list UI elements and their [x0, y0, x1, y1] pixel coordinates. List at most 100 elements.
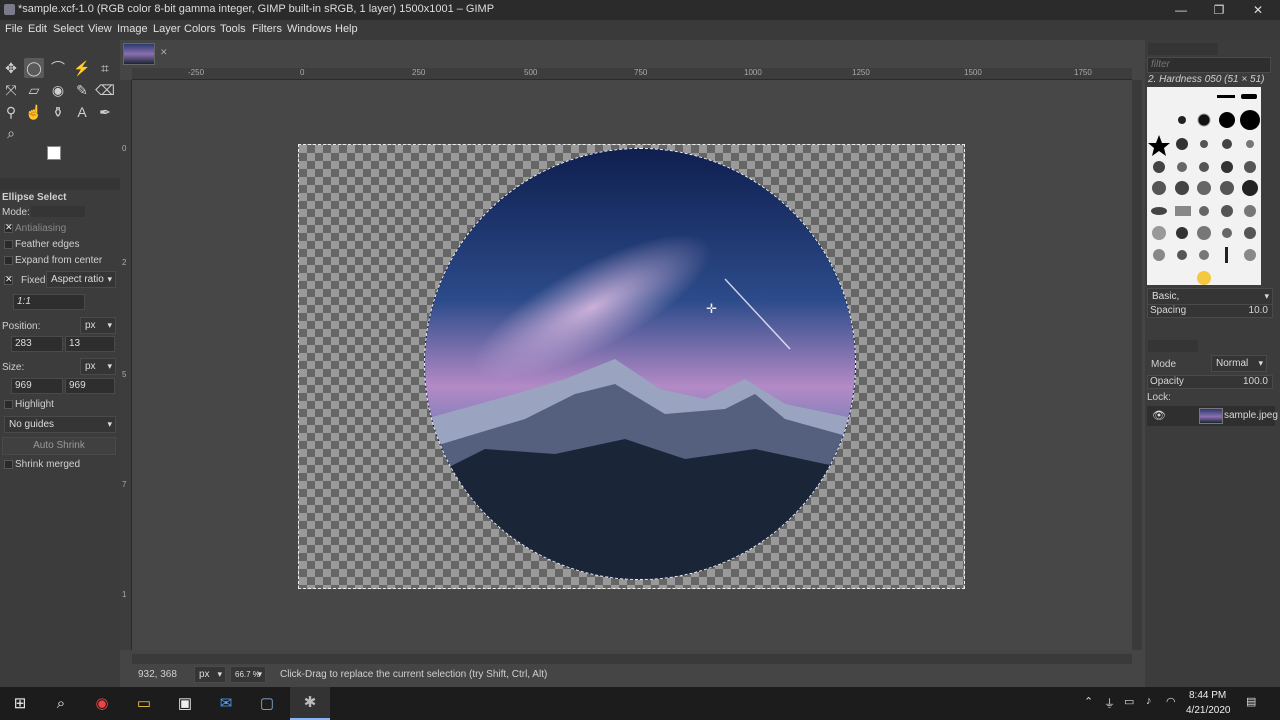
- menu-tools[interactable]: Tools: [220, 23, 246, 35]
- highlight-checkbox[interactable]: [4, 400, 13, 409]
- opacity-value: 100.0: [1242, 376, 1268, 387]
- menu-select[interactable]: Select: [53, 23, 84, 35]
- antialiasing-label: Antialiasing: [15, 223, 67, 234]
- menu-colors[interactable]: Colors: [184, 23, 216, 35]
- gimp-app-icon: [4, 4, 15, 15]
- position-unit-dropdown[interactable]: px ▾: [80, 317, 116, 334]
- guides-dropdown[interactable]: No guides ▾: [4, 416, 116, 433]
- spacing-slider[interactable]: Spacing 10.0: [1147, 304, 1273, 318]
- horizontal-scrollbar[interactable]: [132, 654, 1132, 664]
- image-tab-thumbnail[interactable]: [123, 43, 155, 65]
- store-icon[interactable]: ▣: [174, 693, 196, 715]
- lasso-tool-icon[interactable]: ⌒: [48, 58, 68, 78]
- fuzzy-select-tool-icon[interactable]: ⚡: [72, 58, 92, 78]
- maximize-button[interactable]: ❐: [1199, 0, 1239, 20]
- size-unit-dropdown[interactable]: px ▾: [80, 358, 116, 375]
- antialiasing-checkbox[interactable]: [4, 222, 13, 233]
- layer-mode-dropdown[interactable]: Normal ▾: [1211, 355, 1267, 372]
- dock-tab-strip[interactable]: [1148, 43, 1218, 55]
- close-tab-icon[interactable]: ✕: [160, 47, 168, 58]
- ruler-tick-label: 5: [122, 370, 127, 379]
- brush-previews: [1148, 94, 1260, 285]
- dodge-tool-icon[interactable]: ⚱: [48, 102, 68, 122]
- menu-edit[interactable]: Edit: [28, 23, 47, 35]
- menu-filters[interactable]: Filters: [252, 23, 282, 35]
- clock-time[interactable]: 8:44 PM: [1189, 690, 1226, 701]
- zoom-dropdown[interactable]: 66.7 % ▾: [230, 666, 266, 683]
- volume-icon[interactable]: ♪: [1146, 695, 1152, 707]
- ellipse-select-tool-icon[interactable]: ◯: [24, 58, 44, 78]
- mail-icon[interactable]: ✉: [215, 693, 237, 715]
- vertical-scrollbar[interactable]: [1132, 80, 1142, 650]
- size-height-field[interactable]: 969: [65, 378, 115, 394]
- perspective-tool-icon[interactable]: ▱: [24, 80, 44, 100]
- search-icon[interactable]: ⌕: [50, 693, 72, 715]
- warp-tool-icon[interactable]: ⤧: [1, 80, 21, 100]
- file-explorer-icon[interactable]: ▭: [133, 693, 155, 715]
- menu-windows[interactable]: Windows: [287, 23, 332, 35]
- position-y-field[interactable]: 13: [65, 336, 115, 352]
- foreground-color-swatch[interactable]: [47, 146, 61, 160]
- windows-start-icon[interactable]: ⊞: [9, 693, 31, 715]
- status-unit-dropdown[interactable]: px ▾: [194, 666, 226, 683]
- minimize-button[interactable]: —: [1161, 0, 1201, 20]
- menu-layer[interactable]: Layer: [153, 23, 181, 35]
- chevron-down-icon: ▾: [1264, 291, 1269, 301]
- layer-name[interactable]: sample.jpeg: [1224, 410, 1278, 421]
- paintbrush-tool-icon[interactable]: ✎: [72, 80, 92, 100]
- opacity-slider[interactable]: Opacity 100.0: [1147, 375, 1273, 389]
- clock-date[interactable]: 4/21/2020: [1186, 705, 1231, 716]
- clone-tool-icon[interactable]: ⚲: [1, 102, 21, 122]
- layer-mode-label: Mode: [1151, 359, 1177, 370]
- menu-image[interactable]: Image: [117, 23, 148, 35]
- brush-grid[interactable]: [1147, 87, 1261, 285]
- mode-selector[interactable]: [31, 206, 85, 217]
- move-tool-icon[interactable]: ✥: [1, 58, 21, 78]
- smudge-tool-icon[interactable]: ☝: [24, 102, 44, 122]
- auto-shrink-button[interactable]: Auto Shrink: [2, 437, 116, 455]
- ruler-tick-label: -250: [188, 68, 205, 77]
- feather-edges-label: Feather edges: [15, 239, 80, 250]
- wifi-icon[interactable]: ◠: [1166, 695, 1176, 708]
- feather-edges-checkbox[interactable]: [4, 240, 13, 249]
- gimp-taskbar-button[interactable]: ✱: [290, 687, 330, 720]
- chevron-up-icon[interactable]: ⌃: [1084, 695, 1093, 708]
- eraser-tool-icon[interactable]: ⌫: [95, 80, 115, 100]
- crosshair-cursor-icon: ✛: [706, 301, 717, 316]
- fixed-checkbox[interactable]: [4, 274, 13, 285]
- ruler-tick-label: 1500: [964, 68, 982, 77]
- chrome-icon[interactable]: ◉: [91, 693, 113, 715]
- usb-icon[interactable]: ⏚: [1104, 695, 1115, 711]
- brush-filter-input[interactable]: filter: [1147, 57, 1271, 73]
- brush-preset-dropdown[interactable]: Basic, ▾: [1147, 288, 1273, 305]
- app-window-icon[interactable]: ▢: [256, 693, 278, 715]
- menu-help[interactable]: Help: [335, 23, 358, 35]
- horizontal-ruler: -250 0 250 500 750 1000 1250 1500 1750: [132, 68, 1132, 80]
- spacing-label: Spacing: [1150, 305, 1187, 316]
- text-tool-icon[interactable]: A: [72, 102, 92, 122]
- close-button[interactable]: ✕: [1238, 0, 1278, 20]
- position-x-field[interactable]: 283: [11, 336, 63, 352]
- bucket-fill-tool-icon[interactable]: ◉: [48, 80, 68, 100]
- aspect-ratio-field[interactable]: 1:1: [13, 294, 85, 310]
- eye-visibility-icon[interactable]: 👁: [1152, 409, 1166, 422]
- battery-icon[interactable]: ▭: [1124, 695, 1134, 708]
- menu-file[interactable]: File: [5, 23, 23, 35]
- size-width-field[interactable]: 969: [11, 378, 63, 394]
- chevron-down-icon: ▾: [107, 320, 112, 330]
- layer-thumbnail: [1199, 408, 1223, 424]
- color-picker-tool-icon[interactable]: ✒: [95, 102, 115, 122]
- zoom-tool-icon[interactable]: ⌕: [1, 123, 21, 143]
- notifications-icon[interactable]: ▤: [1246, 695, 1256, 708]
- layers-tab-strip[interactable]: [1148, 340, 1198, 352]
- shrink-merged-checkbox[interactable]: [4, 460, 13, 469]
- night-mountain-image: [425, 149, 855, 579]
- circular-selection-image[interactable]: [424, 148, 856, 580]
- crop-tool-icon[interactable]: ⌗: [95, 58, 115, 78]
- layer-row[interactable]: 👁 sample.jpeg: [1147, 406, 1278, 426]
- menu-view[interactable]: View: [88, 23, 112, 35]
- opacity-label: Opacity: [1150, 376, 1184, 387]
- expand-from-center-checkbox[interactable]: [4, 256, 13, 265]
- chevron-down-icon: ▾: [257, 669, 262, 679]
- fixed-mode-dropdown[interactable]: Aspect ratio ▾: [46, 271, 116, 288]
